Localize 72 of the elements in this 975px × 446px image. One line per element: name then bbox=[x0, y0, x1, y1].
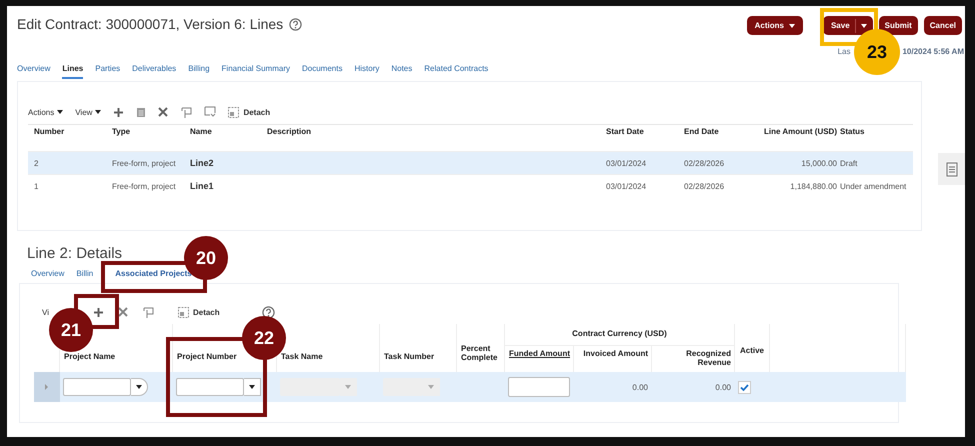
table-cell-text: Free-form, project bbox=[112, 158, 177, 168]
tab[interactable]: Financial Summary bbox=[222, 64, 290, 77]
table-row[interactable]: 2 Free-form, project Line2 03/01/2024 02/28/2026 15,000.00 Draft bbox=[28, 151, 913, 174]
help-icon[interactable] bbox=[289, 18, 302, 30]
header-button[interactable]: Submit bbox=[878, 16, 918, 35]
table-cell-text: 03/01/2024 bbox=[606, 182, 648, 190]
delete-icon[interactable] bbox=[118, 307, 128, 317]
column-header: Status bbox=[840, 127, 866, 136]
tab[interactable]: History bbox=[354, 64, 380, 77]
table-cell: 0.00 bbox=[574, 372, 652, 402]
freeze-icon[interactable] bbox=[142, 306, 154, 318]
column-header: Type bbox=[112, 127, 132, 136]
tab[interactable]: Parties bbox=[95, 64, 120, 77]
save-split-button[interactable]: Save bbox=[822, 16, 873, 35]
tab[interactable]: Related Contracts bbox=[424, 64, 488, 77]
header-button[interactable]: Cancel bbox=[924, 16, 962, 35]
table-cell-text: Line1 bbox=[190, 181, 215, 191]
table-cell-text: Free-form, project bbox=[112, 182, 177, 190]
toolbar-menu[interactable]: Vi bbox=[42, 308, 49, 316]
table-row[interactable]: 1 Free-form, project Line1 03/01/2024 02/28/2026 1,184,880.00 Under amendment bbox=[28, 174, 913, 197]
table-cell-text: 15,000.00 bbox=[800, 158, 837, 168]
add-icon[interactable] bbox=[113, 106, 124, 118]
table-cell-text: 03/01/2024 bbox=[606, 158, 648, 168]
detach-icon bbox=[228, 106, 240, 118]
document-icon[interactable] bbox=[136, 106, 146, 118]
column-header: Number bbox=[34, 127, 66, 136]
tab[interactable]: Deliverables bbox=[132, 64, 176, 77]
add-icon[interactable] bbox=[92, 306, 104, 318]
freeze-icon[interactable] bbox=[180, 106, 192, 118]
help-icon[interactable] bbox=[262, 306, 275, 318]
detach-icon bbox=[178, 306, 189, 318]
table-cell-text: 02/28/2026 bbox=[684, 182, 726, 190]
tab[interactable]: Billing bbox=[188, 64, 210, 77]
document-icon bbox=[946, 162, 958, 176]
column-header: Name bbox=[190, 127, 213, 136]
detach-button[interactable]: Detach bbox=[228, 106, 270, 118]
last-updated-text: Las bbox=[838, 47, 850, 56]
page-title: Edit Contract: 300000071, Version 6: Lines bbox=[17, 16, 284, 32]
last-updated-text: 10/2024 5:56 AM bbox=[902, 47, 964, 56]
column-header: Start Date bbox=[606, 127, 645, 136]
column-header: Line Amount (USD) bbox=[762, 127, 837, 136]
actions-menu-button[interactable]: Actions bbox=[746, 16, 803, 35]
tab[interactable]: Overview bbox=[31, 269, 64, 282]
filter-icon[interactable] bbox=[204, 106, 216, 118]
detach-button[interactable]: Detach bbox=[178, 306, 220, 318]
column-group-header: Contract Currency (USD) bbox=[505, 324, 735, 346]
project-name-field[interactable] bbox=[63, 378, 148, 396]
funded-amount-field[interactable] bbox=[508, 377, 570, 397]
tab[interactable]: Notes bbox=[391, 64, 412, 77]
table-cell-text: 1 bbox=[34, 182, 40, 190]
table-cell-text: 1,184,880.00 bbox=[789, 182, 837, 190]
toolbar-menu[interactable]: View bbox=[75, 108, 102, 116]
side-panel-button[interactable] bbox=[938, 153, 965, 185]
table-cell-text: Under amendment bbox=[840, 182, 908, 190]
tab[interactable]: Associated Projects bbox=[115, 269, 192, 282]
table-cell-text: Draft bbox=[840, 158, 858, 168]
tab[interactable]: Lines bbox=[62, 64, 84, 79]
task-number-field bbox=[383, 378, 440, 396]
table-cell-text: 02/28/2026 bbox=[684, 158, 726, 168]
checkbox[interactable] bbox=[738, 380, 751, 394]
tab[interactable]: Billin bbox=[76, 269, 94, 282]
table-cell: 0.00 bbox=[652, 372, 735, 402]
table-cell-text: Line2 bbox=[190, 158, 215, 168]
column-header: End Date bbox=[684, 127, 720, 136]
table-cell-text: 2 bbox=[34, 158, 40, 168]
toolbar-menu[interactable]: Actions bbox=[28, 108, 64, 116]
project-number-field[interactable] bbox=[176, 378, 261, 396]
column-header: Description bbox=[267, 127, 312, 136]
tab[interactable]: Documents bbox=[302, 64, 342, 77]
section-title: Line 2: Details bbox=[27, 245, 122, 262]
delete-icon[interactable] bbox=[158, 107, 168, 117]
tab[interactable]: Overview bbox=[17, 64, 50, 77]
